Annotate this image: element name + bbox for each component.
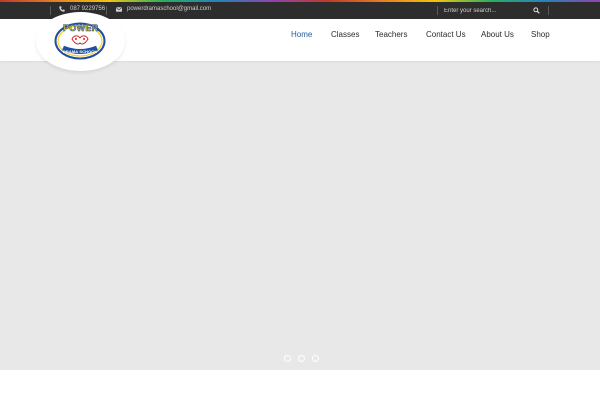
nav-shop[interactable]: Shop — [531, 30, 550, 39]
topbar-divider — [50, 6, 51, 15]
hero-slider — [0, 61, 600, 370]
search-box — [440, 4, 547, 17]
topbar-divider — [548, 6, 549, 15]
nav-classes[interactable]: Classes — [331, 30, 359, 39]
slider-dot[interactable] — [312, 355, 319, 362]
slider-dot[interactable] — [284, 355, 291, 362]
slider-pagination — [284, 355, 319, 362]
topbar-divider — [437, 6, 438, 15]
nav-about-us[interactable]: About Us — [481, 30, 514, 39]
search-icon[interactable] — [533, 7, 541, 15]
main-nav: Home Classes Teachers Contact Us About U… — [0, 30, 600, 50]
email-address: powerdramaschool@gmail.com — [127, 6, 212, 12]
nav-home[interactable]: Home — [291, 30, 312, 39]
phone-icon — [59, 6, 65, 12]
email-contact[interactable]: powerdramaschool@gmail.com — [116, 6, 211, 12]
envelope-icon — [116, 6, 122, 12]
slider-dot[interactable] — [298, 355, 305, 362]
topbar-divider — [106, 6, 107, 15]
phone-number: 087 9229756 — [70, 6, 106, 12]
nav-teachers[interactable]: Teachers — [375, 30, 407, 39]
nav-contact-us[interactable]: Contact Us — [426, 30, 466, 39]
search-input[interactable] — [440, 7, 533, 14]
